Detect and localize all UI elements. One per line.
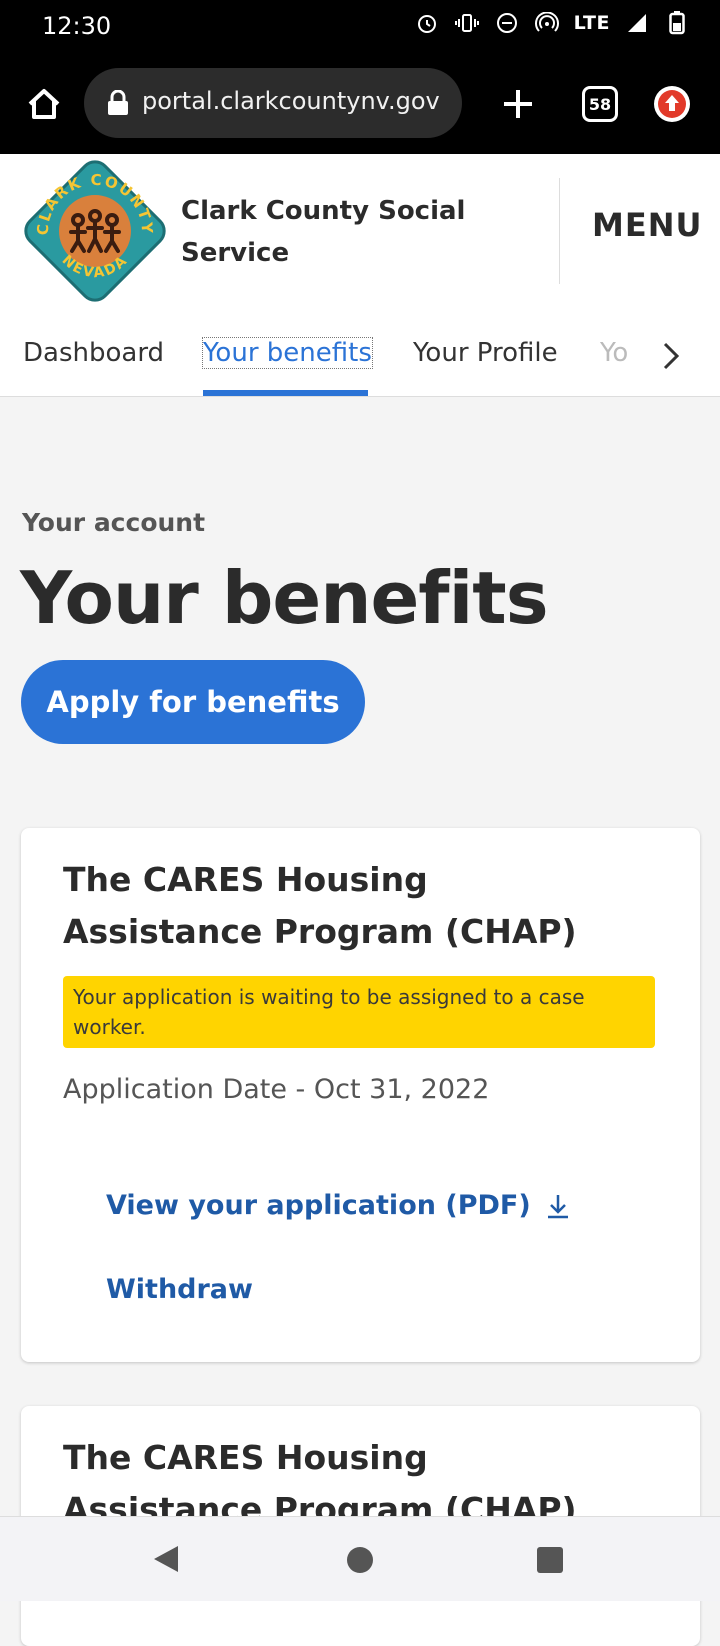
header-divider [559,178,560,284]
system-navigation-bar [0,1516,720,1601]
browser-toolbar: portal.clarkcountynv.gov 58 [0,58,720,154]
dnd-icon [494,10,520,36]
apply-for-benefits-button[interactable]: Apply for benefits [21,660,365,744]
account-eyebrow: Your account [22,508,206,537]
status-badge: Your application is waiting to be assign… [63,976,655,1048]
tab-navigation: Dashboard Your benefits Your Profile Yo [0,312,720,397]
vibrate-icon [454,10,480,36]
address-bar[interactable]: portal.clarkcountynv.gov [84,68,462,138]
view-application-label: View your application (PDF) [106,1190,531,1221]
application-date: Application Date - Oct 31, 2022 [63,1074,490,1105]
download-icon [547,1194,568,1218]
plus-icon [504,90,532,118]
hotspot-icon [534,10,560,36]
upload-arrow-icon [658,90,686,118]
chevron-right-icon [663,342,680,370]
site-header: CLARK COUNTY NEVADA Clark County Social … [0,154,720,313]
tab-dashboard[interactable]: Dashboard [23,338,164,368]
tab-partial[interactable]: Yo [600,338,628,368]
active-tab-indicator [203,390,368,396]
battery-icon [664,10,690,36]
tab-your-benefits[interactable]: Your benefits [202,337,373,369]
status-bar: 12:30 LTE [0,0,720,58]
program-title: The CARES Housing Assistance Program (CH… [63,860,577,951]
back-triangle-icon [154,1546,178,1572]
status-time: 12:30 [42,12,112,40]
home-button[interactable] [347,1547,373,1573]
withdraw-link[interactable]: Withdraw [106,1274,253,1305]
alarm-icon [414,10,440,36]
back-button[interactable] [150,1543,182,1575]
lock-icon [108,90,128,115]
new-tab-button[interactable] [496,82,540,126]
tabs-next-button[interactable] [656,336,686,376]
extension-button[interactable] [654,86,690,122]
signal-icon [624,10,650,36]
url-text: portal.clarkcountynv.gov [142,87,440,115]
recents-button[interactable] [537,1547,563,1573]
page-title: Your benefits [20,556,549,640]
org-name[interactable]: Clark County Social Service [181,190,501,274]
home-icon [28,89,60,119]
tab-your-profile[interactable]: Your Profile [413,338,558,368]
status-icons: LTE [414,10,690,36]
benefit-card: The CARES Housing Assistance Program (CH… [21,828,700,1362]
tab-switcher-button[interactable]: 58 [582,86,618,122]
clark-county-logo[interactable]: CLARK COUNTY NEVADA [20,154,170,309]
network-type: LTE [573,12,610,34]
view-application-link[interactable]: View your application (PDF) [106,1190,571,1221]
browser-home-button[interactable] [22,82,66,126]
menu-button[interactable]: MENU [592,206,702,244]
